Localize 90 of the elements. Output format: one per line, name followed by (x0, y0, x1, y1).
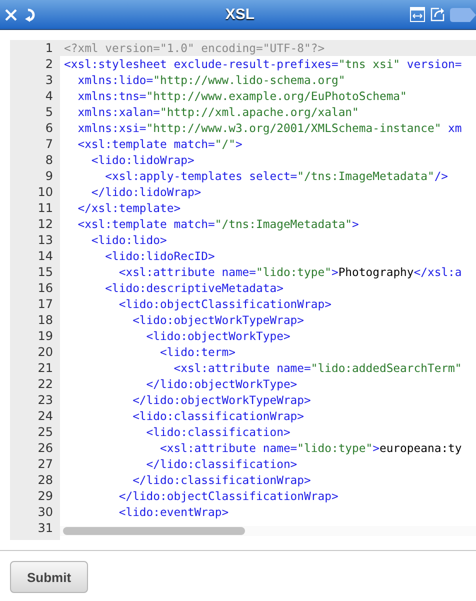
code-token: <lido:term> (159, 345, 236, 359)
scrollbar-thumb[interactable] (63, 527, 245, 535)
code-token: <lido:objectClassificationWrap> (118, 297, 332, 311)
code-token: /> (434, 169, 448, 183)
line-number: 13 (36, 232, 54, 248)
line-number: 14 (36, 248, 54, 264)
code-token: xmlns:xalan= (76, 105, 160, 119)
code-token: </lido:objectWorkTypeWrap> (132, 393, 311, 407)
code-token: > (235, 137, 242, 151)
code-token: "http://xml.apache.org/xalan" (160, 105, 359, 119)
code-token: <xsl:template match= (76, 137, 215, 151)
code-token: <lido:lido> (90, 233, 167, 247)
line-number: 20 (36, 344, 54, 360)
line-number: 2 (44, 56, 54, 72)
line-number: 27 (36, 456, 54, 472)
code-token: <xsl:template match= (76, 217, 215, 231)
line-number: 19 (36, 328, 54, 344)
line-number: 8 (44, 152, 54, 168)
code-token: <?xml version="1.0" encoding="UTF-8"?> (64, 41, 325, 55)
code-token: "http://www.w3.org/2001/XMLSchema-instance" (146, 121, 442, 135)
code-token: Photography (338, 265, 414, 279)
line-number: 28 (36, 472, 54, 488)
code-token: "/tns:ImageMetadata" (297, 169, 434, 183)
code-token: > (331, 265, 338, 279)
submit-button[interactable]: Submit (10, 561, 88, 593)
line-number: 21 (36, 360, 54, 376)
line-number: 16 (36, 280, 54, 296)
line-number: 7 (44, 136, 54, 152)
code-token: <lido:eventWrap> (118, 505, 229, 519)
code-token: "tns xsi" (338, 57, 400, 71)
line-number: 15 (36, 264, 54, 280)
window-title: XSL (225, 6, 255, 23)
code-token: xmlns:lido= (76, 73, 154, 87)
line-number: 26 (36, 440, 54, 456)
code-token: <xsl:apply-templates select= (104, 169, 298, 183)
fit-width-icon[interactable] (410, 7, 425, 22)
line-number: 6 (44, 120, 54, 136)
code-token: <lido:objectWorkTypeWrap> (132, 313, 304, 327)
code-token: </lido:classification> (145, 457, 298, 471)
line-number: 29 (36, 488, 54, 504)
code-token: <xsl:stylesheet exclude-result-prefixes= (64, 57, 338, 71)
line-number: 23 (36, 392, 54, 408)
line-number: 9 (44, 168, 54, 184)
share-icon[interactable] (430, 7, 445, 22)
code-token: > (352, 217, 359, 231)
code-token: <lido:classificationWrap> (132, 409, 304, 423)
line-number: 31 (36, 520, 54, 536)
horizontal-scrollbar[interactable] (60, 526, 476, 536)
code-token: "lido:type" (256, 265, 332, 279)
line-number: 17 (36, 296, 54, 312)
code-token: </lido:objectWorkType> (145, 377, 298, 391)
code-token: </lido:lidoWrap> (90, 185, 202, 199)
line-number: 10 (36, 184, 54, 200)
code-token: xm (447, 121, 462, 135)
code-token: > (372, 441, 380, 455)
code-token: "/tns:ImageMetadata" (214, 217, 352, 231)
close-icon[interactable] (4, 8, 18, 22)
code-editor[interactable] (10, 40, 476, 540)
code-token: "lido:type" (297, 441, 373, 455)
code-token: <xsl:attribute name= (118, 265, 256, 279)
line-number: 18 (36, 312, 54, 328)
line-number: 11 (36, 200, 54, 216)
code-token: xmlns:tns= (76, 89, 146, 103)
line-number: 22 (36, 376, 54, 392)
code-token: "/" (214, 137, 236, 151)
line-number: 3 (44, 72, 54, 88)
code-token: </xsl:a (414, 265, 462, 279)
code-token: "lido:addedSearchTerm" (310, 361, 462, 375)
code-token: version= (406, 57, 462, 71)
code-token: <xsl:attribute name= (159, 441, 298, 455)
line-number: 12 (36, 216, 54, 232)
code-token: europeana:ty (379, 441, 462, 455)
line-number: 30 (36, 504, 54, 520)
code-token: <lido:objectWorkType> (145, 329, 290, 343)
line-number: 1 (44, 40, 54, 56)
line-number: 4 (44, 88, 54, 104)
code-token: <lido:descriptiveMetadata> (104, 281, 284, 295)
code-token: "http://www.lido-schema.org" (153, 73, 346, 87)
code-token: </lido:objectClassificationWrap> (118, 489, 338, 503)
line-number: 24 (36, 408, 54, 424)
code-token: <lido:classification> (145, 425, 290, 439)
line-number: 25 (36, 424, 54, 440)
code-token: "http://www.example.org/EuPhotoSchema" (146, 89, 407, 103)
code-token: <xsl:attribute name= (172, 361, 311, 375)
code-token: </xsl:template> (76, 201, 181, 215)
line-number: 5 (44, 104, 54, 120)
code-token: <lido:lidoWrap> (90, 153, 194, 167)
code-token: <lido:lidoRecID> (104, 249, 215, 263)
code-token: xmlns:xsi= (76, 121, 146, 135)
code-token: </lido:classificationWrap> (132, 473, 311, 487)
